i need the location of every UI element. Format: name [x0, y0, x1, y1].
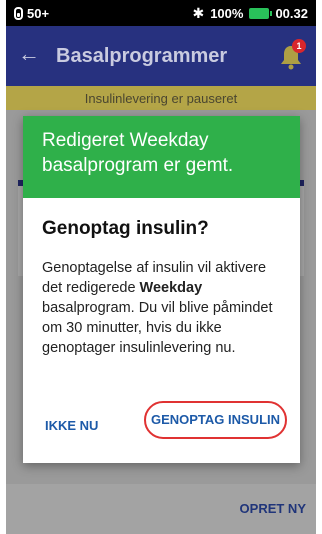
notification-badge: 1 [292, 39, 306, 53]
resume-insulin-dialog: Redigeret Weekday basalprogram er gemt. … [23, 116, 300, 463]
phone-screen: 50+ ✱ 100% 00.32 ← Basalprogrammer 1 Ins… [6, 0, 316, 534]
create-new-button[interactable]: OPRET NY [240, 501, 306, 516]
app-bar: ← Basalprogrammer 1 [6, 26, 316, 86]
status-left: 50+ [14, 6, 49, 21]
back-arrow-icon[interactable]: ← [18, 42, 40, 66]
footer-bar: OPRET NY [6, 484, 316, 534]
status-bar: 50+ ✱ 100% 00.32 [6, 0, 316, 26]
notification-bell-icon[interactable]: 1 [280, 39, 306, 70]
battery-icon [249, 8, 273, 19]
bluetooth-icon: ✱ [192, 5, 205, 21]
status-right: ✱ 100% 00.32 [192, 6, 308, 21]
pod-level: 50+ [27, 6, 50, 21]
paused-banner: Insulinlevering er pauseret [6, 86, 316, 110]
page-title: Basalprogrammer [56, 45, 228, 67]
battery-percent: 100% [210, 6, 244, 21]
dialog-body: Genoptagelse af insulin vil aktivere det… [42, 258, 290, 358]
dialog-question: Genoptag insulin? [42, 218, 209, 239]
dialog-header: Redigeret Weekday basalprogram er gemt. [23, 116, 300, 198]
body-text-end: basalprogram. Du vil blive påmindet om 3… [42, 300, 273, 356]
resume-insulin-button[interactable]: GENOPTAG INSULIN [144, 401, 287, 439]
clock: 00.32 [275, 6, 308, 21]
program-name: Weekday [139, 280, 203, 296]
not-now-button[interactable]: IKKE NU [45, 418, 98, 433]
pod-icon [14, 7, 23, 20]
